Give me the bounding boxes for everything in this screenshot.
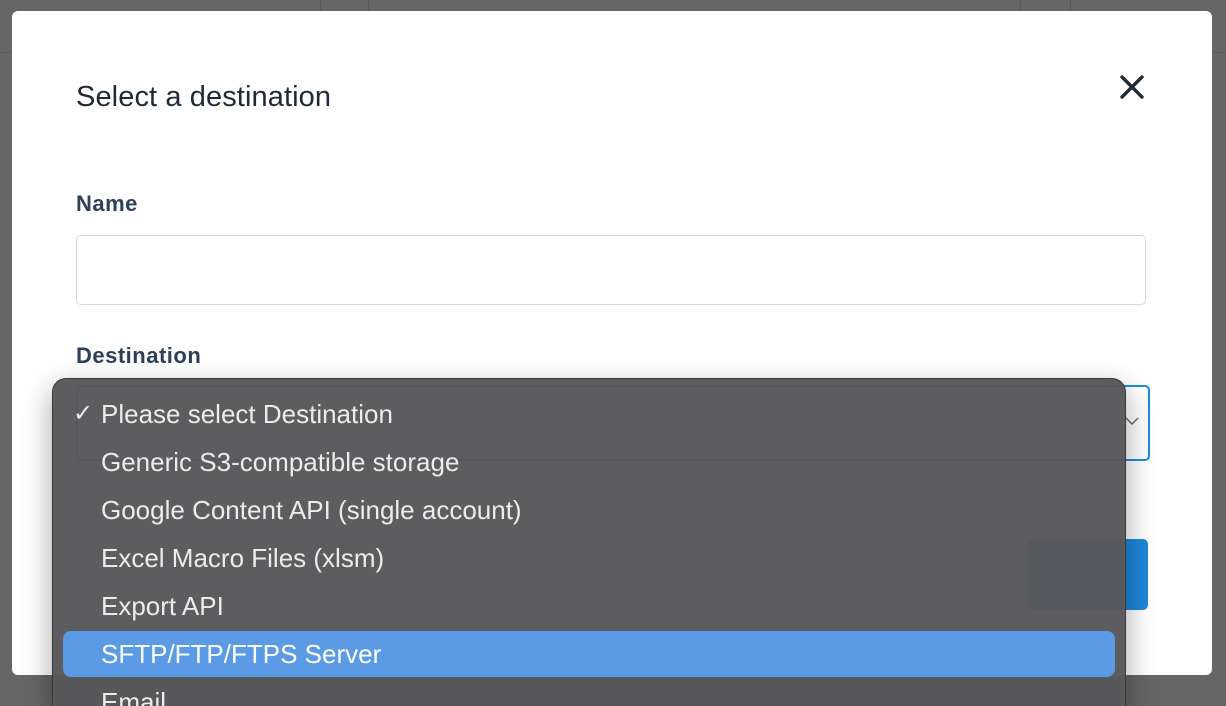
dropdown-option[interactable]: Export API [63, 583, 1115, 629]
dropdown-option-label: Excel Macro Files (xlsm) [101, 543, 385, 573]
destination-dropdown-menu: ✓ Please select Destination Generic S3-c… [52, 378, 1126, 706]
background-divider [368, 0, 369, 11]
dropdown-option[interactable]: Excel Macro Files (xlsm) [63, 535, 1115, 581]
dropdown-option-label: Export API [101, 591, 224, 621]
dropdown-option[interactable]: Email [63, 679, 1115, 706]
checkmark-icon: ✓ [73, 400, 94, 427]
modal-title: Select a destination [76, 81, 332, 113]
dropdown-option-label: Generic S3-compatible storage [101, 447, 460, 477]
background-divider [1020, 0, 1021, 11]
dropdown-option[interactable]: ✓ Please select Destination [63, 391, 1115, 437]
background-divider [320, 0, 321, 11]
dropdown-option-label: SFTP/FTP/FTPS Server [101, 639, 382, 669]
background-divider [1070, 0, 1071, 11]
dropdown-option-label: Google Content API (single account) [101, 495, 522, 525]
name-input[interactable] [76, 235, 1146, 305]
name-label: Name [76, 191, 138, 216]
dropdown-option-label: Email [101, 687, 167, 706]
dropdown-option[interactable]: Generic S3-compatible storage [63, 439, 1115, 485]
close-button[interactable] [1114, 69, 1150, 105]
dropdown-option-label: Please select Destination [101, 399, 393, 429]
chevron-down-icon [1125, 417, 1139, 426]
dropdown-option-highlighted[interactable]: SFTP/FTP/FTPS Server [63, 631, 1115, 677]
close-icon [1120, 75, 1144, 99]
destination-label: Destination [76, 343, 202, 368]
dropdown-option[interactable]: Google Content API (single account) [63, 487, 1115, 533]
